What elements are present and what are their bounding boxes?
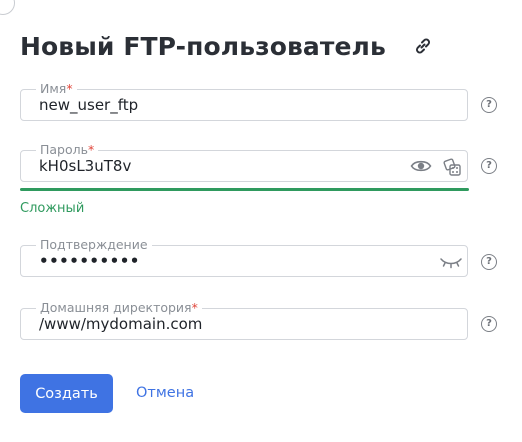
home-directory-help-icon[interactable]: ?: [481, 316, 497, 332]
eye-icon[interactable]: [410, 157, 432, 179]
password-value: kH0sL3uT8v: [39, 157, 132, 175]
dialog-header: Новый FTP-пользователь: [20, 26, 434, 66]
password-strength-fill: [20, 188, 469, 191]
username-field[interactable]: Имя* new_user_ftp: [20, 81, 468, 121]
link-icon[interactable]: [412, 35, 434, 57]
password-strength-bar: [20, 188, 469, 191]
password-help-icon[interactable]: ?: [481, 158, 497, 174]
home-directory-field[interactable]: Домашняя директория* /www/mydomain.com: [20, 300, 468, 340]
home-directory-value: /www/mydomain.com: [39, 315, 203, 333]
password-field[interactable]: Пароль* kH0sL3uT8v: [20, 142, 468, 182]
password-strength-text: Сложный: [20, 201, 85, 216]
dice-icon[interactable]: [442, 157, 462, 181]
corner-decoration: [0, 0, 15, 15]
username-help-icon[interactable]: ?: [481, 97, 497, 113]
confirm-help-icon[interactable]: ?: [481, 254, 497, 270]
cancel-button[interactable]: Отмена: [128, 374, 202, 413]
username-value: new_user_ftp: [39, 96, 139, 114]
confirm-value: ••••••••••: [39, 252, 140, 270]
eye-closed-icon[interactable]: [439, 254, 463, 273]
confirm-password-field[interactable]: Подтверждение ••••••••••: [20, 237, 468, 277]
create-button[interactable]: Создать: [20, 374, 113, 413]
page-title: Новый FTP-пользователь: [20, 31, 386, 61]
